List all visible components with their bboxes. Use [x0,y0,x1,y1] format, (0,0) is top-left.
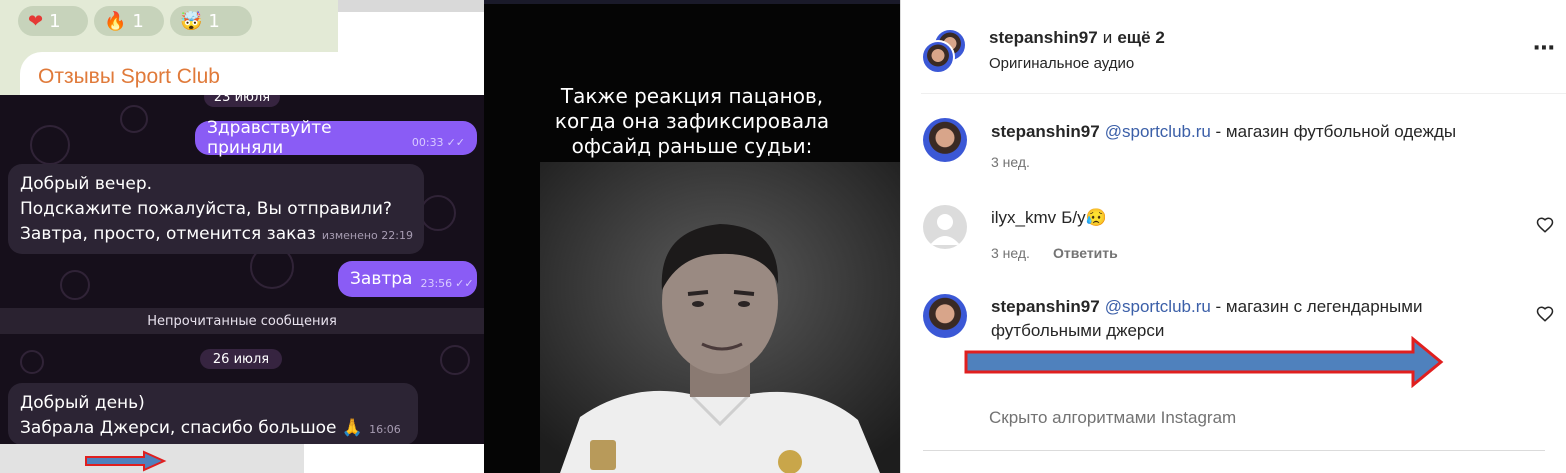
header-more-users[interactable]: ещё 2 [1117,28,1164,47]
reaction-fire[interactable]: 🔥 1 [94,6,164,36]
mind-blown-emoji-icon: 🤯 [180,10,203,32]
hidden-by-algorithm-label[interactable]: Скрыто алгоритмами Instagram [989,408,1236,428]
more-options-icon[interactable]: ⋯ [1533,36,1555,61]
telegram-chat: 23 июля Здравствуйте приняли 00:33 ✓✓ До… [0,95,484,444]
channel-name[interactable]: Отзывы Sport Club [38,65,220,89]
date-separator: 26 июля [200,349,282,369]
header-and: и [1102,28,1113,47]
comment-username[interactable]: stepanshin97 [991,122,1100,141]
reaction-count: 1 [208,10,220,32]
comment-text: - магазин футбольной одежды [1210,122,1457,141]
message-line: Добрый вечер. [20,174,153,194]
comment-actions: 3 нед. Ответить [991,243,1118,262]
comments-divider [923,450,1545,451]
video-player[interactable]: Также реакция пацанов, когда она зафикси… [484,0,900,473]
message-line: Завтра, просто, отменится заказ [20,224,316,244]
instagram-comments-panel: stepanshin97 и ещё 2 Оригинальное аудио … [900,0,1566,473]
heart-emoji-icon: ❤ [28,10,44,32]
red-arrow-annotation [85,450,167,472]
comment-text: Б/у😥 [1061,208,1107,227]
comment-line: stepanshin97 @sportclub.ru - магазин с л… [991,297,1422,317]
comment-time: 3 нед. [991,245,1030,261]
original-audio-link[interactable]: Оригинальное аудио [989,55,1134,72]
arrow-shape [85,450,167,472]
reaction-heart[interactable]: ❤ 1 [18,6,88,36]
message-line-row: Завтра, просто, отменится заказ изменено … [20,220,413,250]
doodle-decoration [30,125,70,165]
incoming-message[interactable]: Добрый день) Забрала Джерси, спасибо бол… [8,383,418,444]
caption-line: когда она зафиксировала [554,109,830,133]
outgoing-message[interactable]: Завтра 23:56 ✓✓ [338,261,477,297]
doodle-decoration [120,105,148,133]
comment-body: stepanshin97 @sportclub.ru - магазин фут… [991,122,1456,142]
video-caption: Также реакция пацанов, когда она зафикси… [484,84,900,159]
reply-button[interactable]: Ответить [1053,245,1118,261]
video-top-strip [484,0,900,4]
comment-username[interactable]: stepanshin97 [991,297,1100,316]
date-separator: 23 июля [204,95,280,107]
comment-mention[interactable]: @sportclub.ru [1105,122,1211,141]
message-time: 16:06 [369,423,401,436]
unread-messages-divider: Непрочитанные сообщения [0,308,484,334]
telegram-channel-header: ❤ 1 🔥 1 🤯 1 Отзывы Sport Club [0,0,338,95]
top-strip [338,0,484,12]
comment-avatar[interactable] [923,294,967,338]
doodle-decoration [20,350,44,374]
reaction-mind-blown[interactable]: 🤯 1 [170,6,252,36]
caption-line: офсайд раньше судьи: [571,134,813,158]
incoming-message[interactable]: Добрый вечер. Подскажите пожалуйста, Вы … [8,164,424,254]
message-line: Забрала Джерси, спасибо большое 🙏 [20,418,364,438]
like-heart-icon[interactable] [1536,216,1554,234]
doodle-decoration [60,270,90,300]
message-line: Подскажите пожалуйста, Вы отправили? [20,199,392,219]
double-check-icon: ✓✓ [446,135,465,149]
comment-username[interactable]: ilyx_kmv [991,208,1056,227]
message-text: Завтра [350,269,413,289]
comment-text: - магазин с легендарными [1210,297,1423,316]
caption-line: Также реакция пацанов, [560,84,824,108]
comment-avatar[interactable] [923,118,967,162]
fire-emoji-icon: 🔥 [104,10,127,32]
video-frame [540,162,900,473]
message-time: 00:33 [411,135,444,149]
arrow-shape [964,336,1444,388]
reaction-count: 1 [132,10,144,32]
like-heart-icon[interactable] [1536,305,1554,323]
message-time: изменено 22:19 [321,229,413,242]
header-avatar-front[interactable] [921,40,955,74]
comment-body: stepanshin97 @sportclub.ru - магазин с л… [991,297,1422,341]
comment-avatar[interactable] [923,205,967,249]
comment-body: ilyx_kmv Б/у😥 [991,208,1107,228]
header-title: stepanshin97 и ещё 2 [989,28,1165,48]
message-line-row: Забрала Джерси, спасибо большое 🙏 16:06 [20,414,406,444]
comment-mention[interactable]: @sportclub.ru [1105,297,1211,316]
blue-arrow-annotation [964,336,1444,388]
reaction-count: 1 [49,10,61,32]
message-time: 23:56 [420,276,453,290]
footballer-image [540,162,900,473]
comment-time: 3 нед. [991,154,1030,170]
outgoing-message[interactable]: Здравствуйте приняли 00:33 ✓✓ [195,118,477,158]
message-line: Добрый день) [20,393,145,413]
header-username[interactable]: stepanshin97 [989,28,1098,47]
header-divider [921,93,1566,94]
doodle-decoration [420,195,456,231]
doodle-decoration [440,345,470,375]
double-check-icon: ✓✓ [455,276,474,290]
message-text: Здравствуйте приняли [207,118,332,158]
default-user-icon [930,214,960,245]
